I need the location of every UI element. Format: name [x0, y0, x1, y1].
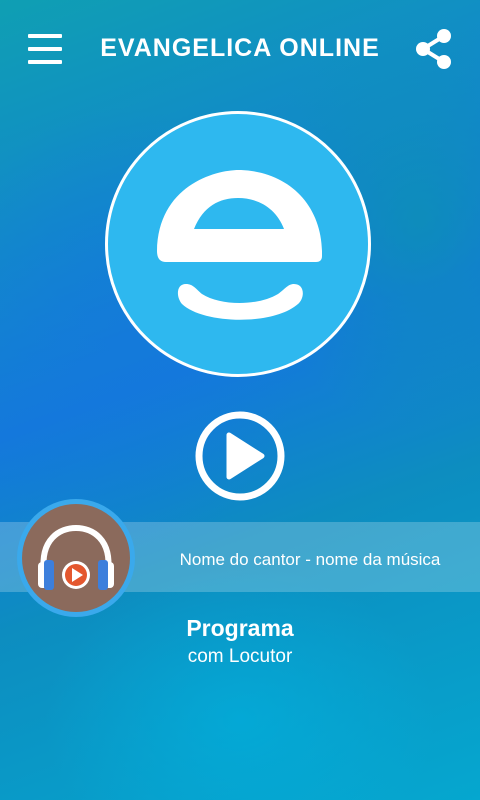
menu-button[interactable]: [28, 34, 64, 64]
program-subtitle: com Locutor: [187, 646, 293, 667]
play-button[interactable]: [194, 410, 286, 502]
e-smile-logo-icon: [157, 169, 322, 320]
play-icon: [195, 411, 285, 501]
headphones-play-icon: [38, 524, 114, 590]
hamburger-menu-icon: [28, 34, 64, 64]
album-art: [17, 499, 135, 617]
share-icon: [416, 29, 451, 69]
station-logo: [105, 111, 371, 377]
share-button[interactable]: [414, 28, 454, 70]
program-title: Programa: [186, 615, 294, 641]
top-bar: EVANGELICA ONLINE: [0, 0, 480, 100]
now-playing-text: Nome do cantor - nome da música: [179, 550, 441, 569]
app-title: EVANGELICA ONLINE: [100, 34, 380, 62]
